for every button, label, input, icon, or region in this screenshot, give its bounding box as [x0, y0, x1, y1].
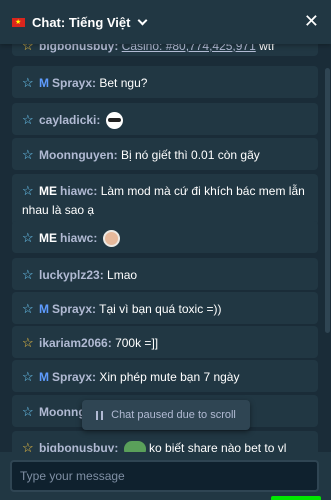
member-badge: ME — [39, 184, 57, 198]
chat-message: ☆ ME hiawc: Làm mod mà cứ đi khích bác mem… — [12, 174, 318, 226]
chat-message: ☆ ME hiawc: — [12, 221, 318, 253]
message-text: Bị nó giết thì 0.01 còn gãy — [121, 148, 260, 162]
face-emoji-icon — [102, 230, 120, 248]
message-text: Xin phép mute bạn 7 ngày — [99, 370, 240, 384]
star-icon: ☆ — [22, 183, 34, 198]
username[interactable]: Moonnguyen: — [39, 148, 118, 162]
star-icon: ☆ — [22, 335, 34, 350]
mod-badge: M — [39, 76, 49, 90]
star-icon: ☆ — [22, 230, 34, 245]
chat-message: ☆ Moonnguyen: Bị nó giết thì 0.01 còn gãy — [12, 138, 318, 170]
message-text: 700k =]] — [115, 336, 159, 350]
close-icon[interactable]: ✕ — [304, 10, 319, 32]
chat-paused-banner[interactable]: Chat paused due to scroll — [82, 400, 250, 430]
glasses-emoji-icon — [105, 112, 123, 130]
username[interactable]: Sprayx: — [52, 302, 96, 316]
username[interactable]: ikariam2066: — [39, 336, 112, 350]
star-icon: ☆ — [22, 147, 34, 162]
star-icon: ☆ — [22, 369, 34, 384]
chat-composer — [0, 452, 331, 500]
paused-label: Chat paused due to scroll — [111, 409, 236, 421]
star-icon: ☆ — [22, 301, 34, 316]
username[interactable]: hiawc: — [60, 184, 97, 198]
chat-message: ☆ M Sprayx: Tại vì bạn quá toxic =)) — [12, 292, 318, 324]
username[interactable]: luckyplz23: — [39, 268, 104, 282]
username[interactable]: Sprayx: — [52, 76, 96, 90]
chat-message: ☆ M Sprayx: Xin phép mute bạn 7 ngày — [12, 360, 318, 392]
chat-feed[interactable]: ☆ bigbonusbuy: Casino: #80,774,425,971 wt… — [0, 38, 331, 458]
mod-badge: M — [39, 370, 49, 384]
send-button[interactable] — [271, 496, 321, 500]
chevron-down-icon[interactable] — [138, 15, 148, 25]
star-icon: ☆ — [22, 75, 34, 90]
pause-icon — [96, 410, 104, 420]
mod-badge: M — [39, 302, 49, 316]
username[interactable]: cayladicki: — [39, 113, 100, 127]
vietnam-flag-icon — [12, 17, 25, 27]
chat-message: ☆ luckyplz23: Lmao — [12, 258, 318, 290]
chat-header: Chat: Tiếng Việt ✕ — [0, 0, 331, 44]
chat-title[interactable]: Chat: Tiếng Việt — [32, 15, 130, 30]
message-text: Bet ngu? — [99, 76, 148, 90]
message-text: Lmao — [107, 268, 138, 282]
star-icon: ☆ — [22, 267, 34, 282]
username[interactable]: Sprayx: — [52, 370, 96, 384]
chat-message: ☆ ikariam2066: 700k =]] — [12, 326, 318, 358]
message-input[interactable] — [10, 460, 319, 492]
message-text: Tại vì bạn quá toxic =)) — [99, 302, 222, 316]
scrollbar[interactable] — [325, 68, 330, 333]
member-badge: ME — [39, 231, 57, 245]
username[interactable]: hiawc: — [60, 231, 97, 245]
chat-message: ☆ M Sprayx: Bet ngu? — [12, 66, 318, 98]
star-icon: ☆ — [22, 404, 34, 419]
star-icon: ☆ — [22, 112, 34, 127]
chat-message: ☆ cayladicki: — [12, 103, 318, 135]
